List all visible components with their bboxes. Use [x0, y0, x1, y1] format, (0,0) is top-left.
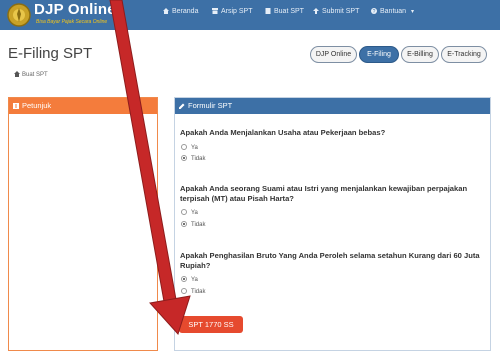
brand-tagline: Bisa Bayar Pajak Secara Online — [36, 19, 108, 25]
nav-item-label: Bantuan — [380, 8, 407, 15]
question-pisah-harta: Apakah Anda seorang Suami atau Istri yan… — [180, 184, 468, 203]
nav-item-submit-spt[interactable]: Submit SPT — [313, 8, 359, 15]
radio-button[interactable] — [181, 144, 187, 150]
option-label: Tidak — [191, 156, 206, 162]
radio-button[interactable] — [181, 221, 187, 227]
svg-text:?: ? — [373, 9, 376, 14]
formulir-spt-panel-title: Formulir SPT — [188, 101, 233, 110]
info-icon — [13, 103, 19, 109]
document-icon — [265, 8, 271, 14]
nav-item-arsip-spt[interactable]: Arsip SPT — [212, 8, 253, 15]
petunjuk-panel: Petunjuk — [8, 97, 158, 351]
tab-e-tracking[interactable]: E-Tracking — [441, 46, 487, 63]
option-label: Ya — [191, 277, 198, 283]
nav-item-label: Beranda — [172, 8, 199, 15]
breadcrumb: Buat SPT — [14, 71, 48, 78]
spt-1770-ss-button[interactable]: SPT 1770 SS — [179, 316, 243, 333]
archive-icon — [212, 8, 218, 14]
page-title: E-Filing SPT — [8, 45, 93, 62]
option-ya[interactable]: Ya — [181, 144, 198, 151]
option-label: Ya — [191, 145, 198, 151]
option-label: Tidak — [191, 222, 206, 228]
nav-item-buat-spt[interactable]: Buat SPT — [265, 8, 304, 15]
home-icon — [163, 8, 169, 14]
top-navbar: DJP Online Bisa Bayar Pajak Secara Onlin… — [0, 0, 500, 30]
nav-item-label: Submit SPT — [322, 8, 360, 15]
option-tidak[interactable]: Tidak — [181, 288, 205, 295]
formulir-spt-panel-header: Formulir SPT — [175, 98, 490, 114]
nav-item-beranda[interactable]: Beranda — [163, 8, 198, 15]
radio-button[interactable] — [181, 155, 187, 161]
nav-item-bantuan[interactable]: ? Bantuan ▾ — [371, 8, 414, 15]
nav-item-label: Arsip SPT — [221, 8, 253, 15]
edit-icon — [179, 103, 185, 109]
tab-djp-online[interactable]: DJP Online — [310, 46, 357, 63]
petunjuk-panel-header: Petunjuk — [9, 98, 157, 114]
question-usaha: Apakah Anda Menjalankan Usaha atau Peker… — [180, 128, 386, 137]
djp-logo-icon — [7, 3, 31, 27]
upload-icon — [313, 8, 319, 14]
option-ya[interactable]: Ya — [181, 209, 198, 216]
chevron-down-icon: ▾ — [411, 9, 415, 15]
help-icon: ? — [371, 8, 377, 14]
option-label: Tidak — [191, 289, 206, 295]
option-label: Ya — [191, 210, 198, 216]
breadcrumb-current: Buat SPT — [22, 72, 48, 78]
option-ya[interactable]: Ya — [181, 276, 198, 283]
tab-e-billing[interactable]: E-Billing — [401, 46, 439, 63]
nav-item-label: Buat SPT — [274, 8, 304, 15]
radio-button[interactable] — [181, 276, 187, 282]
brand-name[interactable]: DJP Online — [34, 1, 116, 18]
home-icon[interactable] — [14, 71, 20, 77]
formulir-spt-panel: Formulir SPT Apakah Anda Menjalankan Usa… — [174, 97, 491, 351]
radio-button[interactable] — [181, 288, 187, 294]
petunjuk-panel-title: Petunjuk — [22, 101, 52, 110]
radio-button[interactable] — [181, 209, 187, 215]
option-tidak[interactable]: Tidak — [181, 155, 205, 162]
option-tidak[interactable]: Tidak — [181, 221, 205, 228]
tab-e-filing[interactable]: E-Filing — [359, 46, 399, 63]
question-penghasilan-bruto: Apakah Penghasilan Bruto Yang Anda Perol… — [180, 251, 480, 270]
